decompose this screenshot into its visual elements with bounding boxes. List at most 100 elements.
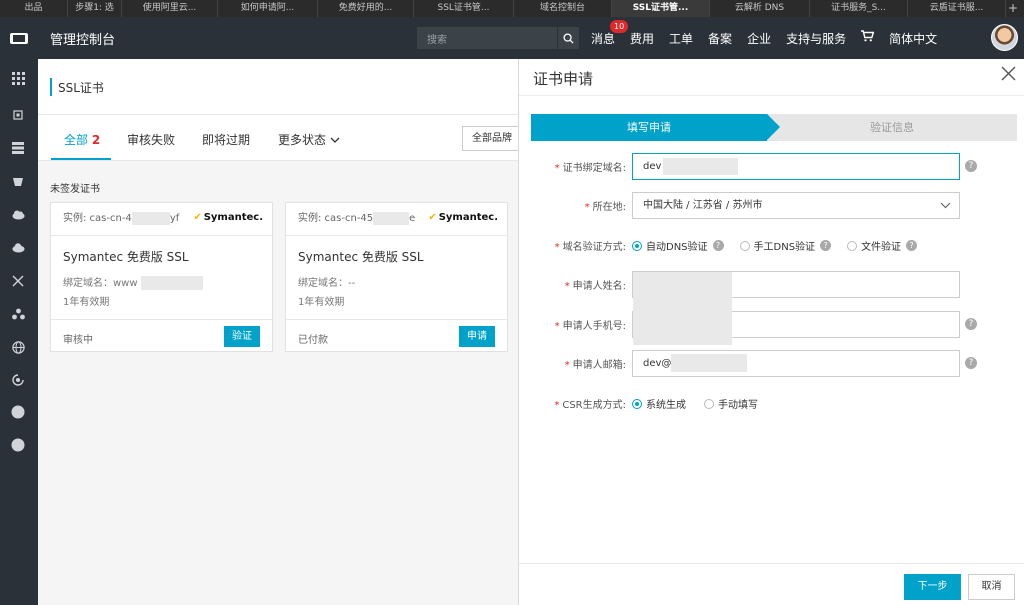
radio-label: 手动填写 — [718, 400, 758, 411]
help-icon[interactable]: ? — [965, 357, 977, 369]
browser-tab[interactable]: 云解析 DNS — [710, 0, 810, 17]
cart-icon[interactable] — [861, 30, 875, 46]
radio-manual-fill[interactable]: 手动填写 — [704, 396, 758, 411]
server-icon[interactable] — [11, 176, 25, 190]
radio-label: 文件验证 — [861, 242, 902, 253]
tab-more-status[interactable]: 更多状态 — [278, 131, 340, 148]
radio-file[interactable]: 文件验证? — [847, 238, 918, 253]
chevron-down-icon — [940, 193, 951, 218]
symantec-logo: Symantec. — [428, 212, 498, 223]
active-tab-indicator — [51, 158, 111, 160]
step-fill-application: 填写申请 — [531, 114, 780, 141]
grid-icon[interactable] — [11, 72, 25, 86]
browser-tab-label: 免费好用的... — [338, 3, 393, 13]
brand-filter-select[interactable]: 全部品牌 — [462, 126, 522, 151]
nav-icp[interactable]: 备案 — [708, 30, 732, 47]
radio-manual-dns[interactable]: 手工DNS验证? — [739, 238, 832, 253]
browser-tab-label: 出品 — [24, 3, 43, 13]
help-icon[interactable]: ? — [965, 160, 977, 172]
nav-billing[interactable]: 费用 — [630, 30, 654, 47]
cluster-icon[interactable] — [11, 308, 25, 322]
cloud-upload-icon[interactable] — [11, 242, 25, 256]
browser-tab-label: 如何申请阿... — [240, 3, 295, 13]
user-avatar[interactable] — [991, 24, 1018, 51]
region-select[interactable]: 中国大陆 / 江苏省 / 苏州市 — [632, 192, 960, 219]
certificate-name: Symantec 免费版 SSL — [63, 250, 189, 264]
browser-tab[interactable]: 证书服务_S... — [810, 0, 908, 17]
certificate-card: 实例: cas-cn-4 yf Symantec. Symantec 免费版 SS… — [50, 202, 273, 352]
browser-tab[interactable]: SSL证书管... — [414, 0, 514, 17]
wizard-steps: 验证信息 填写申请 — [531, 114, 1017, 141]
circle-icon[interactable] — [11, 438, 25, 452]
applicant-phone-label-text: 申请人手机号: — [562, 321, 626, 332]
region-label: * 所在地: — [584, 202, 626, 213]
close-icon[interactable] — [1001, 66, 1016, 85]
redacted-block — [663, 157, 739, 175]
domain-label-text: 证书绑定域名: — [562, 163, 626, 174]
help-icon[interactable]: ? — [906, 240, 918, 251]
form-row-applicant-phone: * 申请人手机号: ? — [519, 311, 1024, 338]
browser-tab[interactable]: 步骤1: 选 — [68, 0, 122, 17]
browser-tab-strip: 出品 步骤1: 选 使用阿里云... 如何申请阿... 免费好用的... SSL… — [0, 0, 1024, 17]
browser-tab[interactable]: 如何申请阿... — [218, 0, 318, 17]
divider — [519, 95, 1024, 96]
tab-failed[interactable]: 审核失败 — [127, 131, 175, 148]
radio-system-generate[interactable]: 系统生成 — [632, 396, 686, 411]
search-button[interactable] — [557, 27, 579, 49]
browser-tab[interactable]: 使用阿里云... — [122, 0, 218, 17]
help-icon[interactable]: ? — [820, 240, 832, 251]
network-icon[interactable] — [11, 275, 25, 289]
browser-tab-active[interactable]: SSL证书管... — [612, 0, 710, 17]
verify-button[interactable]: 验证 — [224, 326, 260, 347]
status-tabs: 全部 2 审核失败 即将过期 更多状态 全部品牌 — [38, 115, 522, 161]
top-nav: 消息 10 费用 工单 备案 企业 支持与服务 简体中文 — [591, 19, 952, 47]
help-icon[interactable]: ? — [965, 318, 977, 330]
next-step-button[interactable]: 下一步 — [904, 574, 961, 600]
nav-support[interactable]: 支持与服务 — [786, 30, 846, 47]
redacted-block — [131, 211, 170, 225]
search-input[interactable]: 搜索 — [417, 31, 557, 46]
cancel-button[interactable]: 取消 — [968, 574, 1015, 600]
region-select-value: 中国大陆 / 江苏省 / 苏州市 — [643, 200, 763, 211]
verify-method-label: * 域名验证方式: — [554, 242, 626, 253]
nav-language[interactable]: 简体中文 — [889, 30, 937, 47]
new-tab-icon[interactable]: + — [1006, 0, 1020, 17]
globe-icon[interactable] — [11, 341, 25, 355]
tab-expiring[interactable]: 即将过期 — [202, 131, 250, 148]
console-title[interactable]: 管理控制台 — [50, 29, 410, 48]
redacted-block — [633, 272, 732, 345]
bound-domain-value: www — [113, 278, 138, 289]
status-text: 已付款 — [298, 335, 328, 346]
nav-messages[interactable]: 消息 10 — [591, 19, 629, 47]
domain-input-value: dev — [643, 161, 662, 172]
applicant-email-value: dev@ — [643, 358, 672, 369]
browser-tab[interactable]: 免费好用的... — [318, 0, 414, 17]
apply-button[interactable]: 申请 — [459, 326, 495, 347]
instance-id: 实例: cas-cn-4 — [63, 213, 132, 224]
applicant-phone-label: * 申请人手机号: — [554, 321, 626, 332]
search-box[interactable]: 搜索 — [417, 27, 579, 49]
chip-icon[interactable] — [11, 109, 25, 123]
csr-method-label-text: CSR生成方式: — [562, 400, 626, 411]
applicant-email-input[interactable]: dev@ — [632, 350, 960, 377]
ssl-main-content: SSL证书 全部 2 审核失败 即将过期 更多状态 全部品牌 未签发证书 实例:… — [38, 59, 522, 605]
aliyun-logo[interactable] — [0, 17, 38, 59]
card-footer: 审核中 验证 — [51, 319, 272, 352]
bound-domain: 绑定域名：-- — [298, 274, 355, 289]
cloud-icon[interactable] — [11, 209, 25, 223]
instance-id-tail: yf — [169, 213, 180, 224]
nav-tickets[interactable]: 工单 — [669, 30, 693, 47]
browser-tab[interactable]: 云盾证书服... — [908, 0, 1006, 17]
left-icon-rail — [0, 59, 38, 605]
tab-all[interactable]: 全部 2 — [64, 131, 100, 148]
database-icon[interactable] — [11, 142, 25, 156]
instance-id: 实例: cas-cn-45 — [298, 213, 374, 224]
browser-tab[interactable]: 出品 — [0, 0, 68, 17]
monitor-icon[interactable] — [11, 374, 25, 388]
nav-enterprise[interactable]: 企业 — [747, 30, 771, 47]
domain-input[interactable]: dev — [632, 153, 960, 180]
help-icon[interactable]: ? — [712, 240, 724, 251]
browser-tab[interactable]: 域名控制台 — [514, 0, 612, 17]
radio-auto-dns[interactable]: 自动DNS验证? — [632, 238, 724, 253]
circle-icon[interactable] — [11, 405, 25, 419]
